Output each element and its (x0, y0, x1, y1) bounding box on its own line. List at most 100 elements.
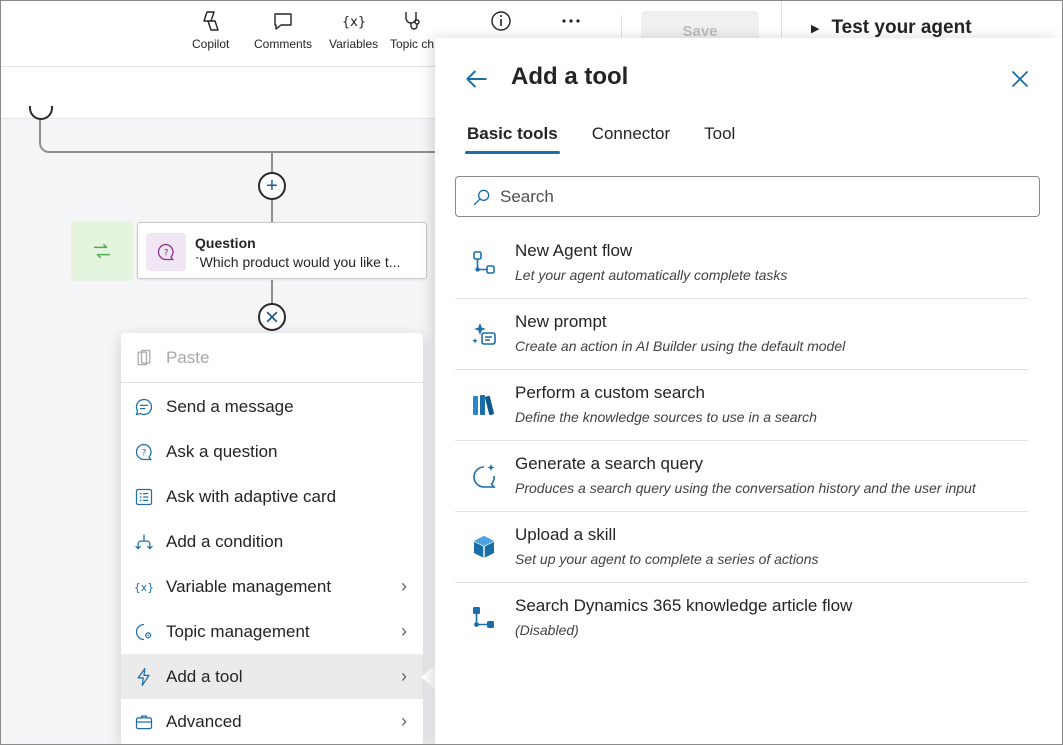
node-title: Question (195, 235, 256, 251)
briefcase-icon (135, 715, 152, 729)
chevron-right-icon: › (401, 621, 407, 641)
skill-cube-icon (473, 536, 495, 558)
condition-icon (134, 534, 153, 550)
app-window: Copilot Comments {x} Variables Topic ch … (0, 0, 1063, 745)
tool-description: Produces a search query using the conver… (515, 480, 976, 496)
question-node[interactable]: ? Question `Which product would you like… (137, 222, 427, 279)
tool-item-new-prompt[interactable]: New prompt Create an action in AI Builde… (455, 299, 1028, 370)
tool-name: New Agent flow (515, 241, 633, 260)
test-pane-edge (1059, 38, 1062, 744)
menu-item-ask-question[interactable]: ? Ask a question (121, 429, 423, 474)
tool-name: Perform a custom search (515, 383, 705, 402)
question-node-icon: ? (146, 233, 186, 271)
prompt-sparkle-icon (472, 323, 496, 345)
add-node-menu: Paste Send a message ? Ask a question As… (121, 333, 423, 744)
chevron-right-icon: › (401, 576, 407, 596)
expand-caret-icon: ▶ (811, 22, 820, 35)
tool-tabs: Basic tools Connector Tool (465, 124, 735, 154)
menu-item-advanced[interactable]: Advanced › (121, 699, 423, 744)
tool-description: Create an action in AI Builder using the… (515, 338, 846, 354)
tool-item-custom-search[interactable]: Perform a custom search Define the knowl… (455, 370, 1028, 441)
tab-tool[interactable]: Tool (704, 124, 735, 154)
tool-description: Define the knowledge sources to use in a… (515, 409, 817, 425)
tool-item-generate-search-query[interactable]: Generate a search query Produces a searc… (455, 441, 1028, 512)
topic-checker-button[interactable]: Topic ch (390, 9, 434, 51)
tab-connector[interactable]: Connector (592, 124, 670, 154)
tool-search (455, 176, 1040, 217)
menu-item-label: Variable management (166, 576, 332, 596)
menu-item-label: Add a condition (166, 531, 284, 551)
menu-item-add-condition[interactable]: Add a condition (121, 519, 423, 564)
tool-item-new-agent-flow[interactable]: New Agent flow Let your agent automatica… (455, 228, 1028, 299)
tool-description: Set up your agent to complete a series o… (515, 551, 819, 567)
tool-name: Upload a skill (515, 525, 617, 544)
menu-divider (121, 382, 423, 383)
tool-name: New prompt (515, 312, 607, 331)
more-options-button[interactable] (559, 9, 583, 37)
test-pane-title[interactable]: ▶ Test your agent (811, 17, 972, 39)
menu-item-adaptive-card[interactable]: Ask with adaptive card (121, 474, 423, 519)
tab-basic-tools[interactable]: Basic tools (465, 124, 560, 154)
menu-item-topic-management[interactable]: Topic management › (121, 609, 423, 654)
add-node-button[interactable]: + (258, 172, 286, 200)
variable-icon: {x} (134, 581, 154, 594)
close-icon (1012, 71, 1028, 87)
library-books-icon (473, 395, 495, 416)
variables-button[interactable]: {x} Variables (329, 9, 378, 51)
menu-item-label: Topic management (166, 621, 310, 641)
menu-item-paste[interactable]: Paste (121, 335, 423, 380)
more-icon (562, 19, 580, 23)
menu-item-send-message[interactable]: Send a message (121, 384, 423, 429)
details-button[interactable] (489, 9, 513, 37)
adaptive-card-icon (135, 488, 152, 505)
menu-item-variable-management[interactable]: {x} Variable management › (121, 564, 423, 609)
flow-connector-curve (39, 131, 51, 153)
menu-item-label: Add a tool (166, 666, 243, 686)
flow-connector (271, 280, 273, 304)
svg-text:{x}: {x} (342, 15, 366, 30)
message-icon (135, 398, 152, 415)
close-icon (266, 311, 278, 323)
panel-title: Add a tool (511, 63, 629, 90)
chat-sparkle-icon (473, 464, 496, 488)
copilot-label: Copilot (192, 37, 230, 51)
tool-list: New Agent flow Let your agent automatica… (455, 228, 1028, 654)
topic-gear-icon (135, 623, 151, 640)
menu-item-label: Advanced (166, 711, 242, 731)
back-button[interactable] (463, 66, 489, 92)
svg-text:{x}: {x} (134, 581, 154, 594)
node-type-accent (71, 221, 133, 281)
tool-item-upload-skill[interactable]: Upload a skill Set up your agent to comp… (455, 512, 1028, 583)
tool-description: (Disabled) (515, 622, 579, 638)
plus-icon: + (266, 175, 278, 197)
tool-name: Search Dynamics 365 knowledge article fl… (515, 596, 853, 615)
comments-label: Comments (254, 37, 313, 51)
tool-item-dynamics-knowledge-flow[interactable]: Search Dynamics 365 knowledge article fl… (455, 583, 1028, 654)
question-icon: ? (135, 443, 152, 460)
tool-name: Generate a search query (515, 454, 704, 473)
dynamics-flow-icon (473, 607, 494, 628)
info-icon (491, 11, 511, 31)
tool-description: Let your agent automatically complete ta… (515, 267, 788, 283)
chevron-right-icon: › (401, 666, 407, 686)
paste-icon (137, 349, 150, 365)
redirect-icon (93, 243, 111, 259)
topic-checker-label: Topic ch (390, 37, 435, 51)
stethoscope-icon (405, 12, 420, 30)
copilot-button[interactable]: Copilot (192, 9, 229, 51)
question-bubble-icon: ? (157, 243, 174, 261)
menu-item-label: Send a message (166, 396, 294, 416)
test-pane-title-label: Test your agent (831, 17, 972, 38)
arrow-left-icon (466, 70, 487, 88)
close-panel-button[interactable] (1009, 68, 1031, 90)
search-input[interactable] (500, 186, 1000, 207)
comments-button[interactable]: Comments (254, 9, 312, 51)
close-menu-button[interactable] (258, 303, 286, 331)
menu-item-label: Paste (166, 347, 210, 367)
copilot-icon (202, 11, 219, 31)
svg-text:?: ? (164, 247, 169, 258)
svg-text:?: ? (141, 447, 146, 458)
flow-connector (49, 151, 439, 153)
agent-flow-icon (473, 251, 495, 274)
menu-item-add-tool[interactable]: Add a tool › (121, 654, 423, 699)
